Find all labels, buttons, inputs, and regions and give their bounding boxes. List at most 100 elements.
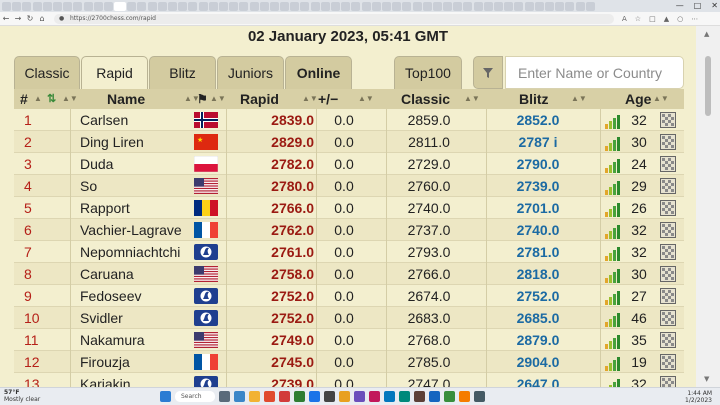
browser-tab[interactable] [504, 1, 514, 11]
browser-tab[interactable] [269, 1, 279, 11]
browser-tab[interactable] [147, 1, 157, 11]
app-icon-8[interactable] [369, 391, 380, 402]
rating-chart-icon[interactable] [604, 201, 622, 217]
browser-tab[interactable] [188, 1, 198, 11]
player-name-link[interactable]: Karjakin [80, 373, 131, 387]
blitz-rating-link[interactable]: 2739.0 [506, 175, 570, 197]
table-row[interactable]: 1 Carlsen 2839.0 0.0 2859.0 2852.0 32 [14, 109, 684, 131]
tab-classic[interactable]: Classic [14, 56, 80, 89]
browser-tab[interactable] [320, 1, 330, 11]
tab-online[interactable]: Online [285, 56, 352, 89]
rating-chart-icon[interactable] [604, 311, 622, 327]
games-board-icon[interactable] [660, 178, 676, 194]
browser-tab[interactable] [555, 1, 565, 11]
header-name[interactable]: Name [107, 89, 145, 109]
browser-tab[interactable] [351, 1, 361, 11]
read-aloud-icon[interactable]: A [622, 15, 627, 23]
browser-tab[interactable] [239, 1, 249, 11]
browser-tab[interactable] [544, 1, 554, 11]
browser-tab[interactable] [310, 1, 320, 11]
profile-icon[interactable]: ○ [677, 15, 683, 23]
games-board-icon[interactable] [660, 222, 676, 238]
player-name-link[interactable]: Duda [80, 153, 113, 175]
blitz-rating-link[interactable]: 2787 i [506, 131, 570, 153]
header-rank[interactable]: # [20, 89, 28, 109]
games-board-icon[interactable] [660, 156, 676, 172]
table-row[interactable]: 5 Rapport 2766.0 0.0 2740.0 2701.0 26 [14, 197, 684, 219]
player-name-link[interactable]: Carlsen [80, 109, 128, 131]
table-row[interactable]: 3 Duda 2782.0 0.0 2729.0 2790.0 24 [14, 153, 684, 175]
browser-tab[interactable] [52, 1, 62, 11]
browser-tab[interactable] [341, 1, 351, 11]
browser-tab[interactable] [22, 1, 32, 11]
games-board-icon[interactable] [660, 112, 676, 128]
rating-chart-icon[interactable] [604, 157, 622, 173]
taskbar-search[interactable]: Search [175, 391, 215, 402]
maximize-icon[interactable]: □ [694, 0, 702, 12]
windows-start-icon[interactable] [160, 391, 171, 402]
app-icon-10[interactable] [399, 391, 410, 402]
scroll-up-icon[interactable]: ▲ [704, 30, 709, 38]
browser-tab[interactable] [453, 1, 463, 11]
filter-icon[interactable] [473, 56, 503, 89]
browser-tab[interactable] [249, 1, 259, 11]
rating-chart-icon[interactable] [604, 267, 622, 283]
extensions-icon[interactable]: ▲ [664, 15, 669, 23]
browser-tab[interactable] [422, 1, 432, 11]
player-name-link[interactable]: Firouzja [80, 351, 130, 373]
weather-widget[interactable]: 57°F Mostly clear [4, 389, 40, 403]
app-icon-6[interactable] [339, 391, 350, 402]
scroll-down-icon[interactable]: ▼ [704, 375, 709, 383]
browser-tab[interactable] [432, 1, 442, 11]
browser-tab[interactable] [198, 1, 208, 11]
browser-tab[interactable] [178, 1, 188, 11]
table-row[interactable]: 10 Svidler 2752.0 0.0 2683.0 2685.0 46 [14, 307, 684, 329]
file-explorer-icon[interactable] [249, 391, 260, 402]
browser-tab[interactable] [114, 1, 127, 11]
player-name-link[interactable]: Vachier-Lagrave [80, 219, 182, 241]
browser-tab[interactable] [371, 1, 381, 11]
sort-icon-change[interactable]: ▲▼ [358, 89, 374, 109]
rating-chart-icon[interactable] [604, 179, 622, 195]
browser-tab[interactable] [494, 1, 503, 11]
minimize-icon[interactable]: — [676, 0, 684, 12]
browser-tab[interactable] [443, 1, 453, 11]
games-board-icon[interactable] [660, 376, 676, 387]
app-icon-1[interactable] [264, 391, 275, 402]
blitz-rating-link[interactable]: 2701.0 [506, 197, 570, 219]
app-icon-13[interactable] [444, 391, 455, 402]
back-icon[interactable]: ← [0, 14, 12, 23]
app-icon-12[interactable] [429, 391, 440, 402]
blitz-rating-link[interactable]: 2818.0 [506, 263, 570, 285]
table-row[interactable]: 9 Fedoseev 2752.0 0.0 2674.0 2752.0 27 [14, 285, 684, 307]
rating-chart-icon[interactable] [604, 113, 622, 129]
app-icon-4[interactable] [309, 391, 320, 402]
table-row[interactable]: 8 Caruana 2758.0 0.0 2766.0 2818.0 30 [14, 263, 684, 285]
tab-top100[interactable]: Top100 [394, 56, 462, 89]
sort-icon-rapid[interactable]: ▲▼ [302, 89, 318, 109]
browser-tab[interactable] [412, 1, 422, 11]
blitz-rating-link[interactable]: 2752.0 [506, 285, 570, 307]
rating-chart-icon[interactable] [604, 333, 622, 349]
blitz-rating-link[interactable]: 2685.0 [506, 307, 570, 329]
games-board-icon[interactable] [660, 200, 676, 216]
tab-rapid[interactable]: Rapid [81, 56, 148, 89]
browser-tab[interactable] [392, 1, 402, 11]
app-icon-9[interactable] [384, 391, 395, 402]
sort-icon-country[interactable]: ▲▼ [210, 89, 226, 109]
forward-icon[interactable]: → [12, 14, 24, 23]
task-view-icon[interactable] [219, 391, 230, 402]
search-input[interactable] [505, 56, 684, 89]
games-board-icon[interactable] [660, 266, 676, 282]
browser-tab[interactable] [103, 1, 113, 11]
table-row[interactable]: 4 So 2780.0 0.0 2760.0 2739.0 29 [14, 175, 684, 197]
player-name-link[interactable]: Svidler [80, 307, 123, 329]
table-row[interactable]: 11 Nakamura 2749.0 0.0 2768.0 2879.0 35 [14, 329, 684, 351]
close-icon[interactable]: ✕ [711, 0, 718, 12]
browser-tab[interactable] [290, 1, 300, 11]
edge-browser-icon[interactable] [234, 391, 245, 402]
app-icon-2[interactable] [279, 391, 290, 402]
browser-tab[interactable] [157, 1, 167, 11]
browser-tab[interactable] [361, 1, 371, 11]
browser-tab[interactable] [524, 1, 534, 11]
